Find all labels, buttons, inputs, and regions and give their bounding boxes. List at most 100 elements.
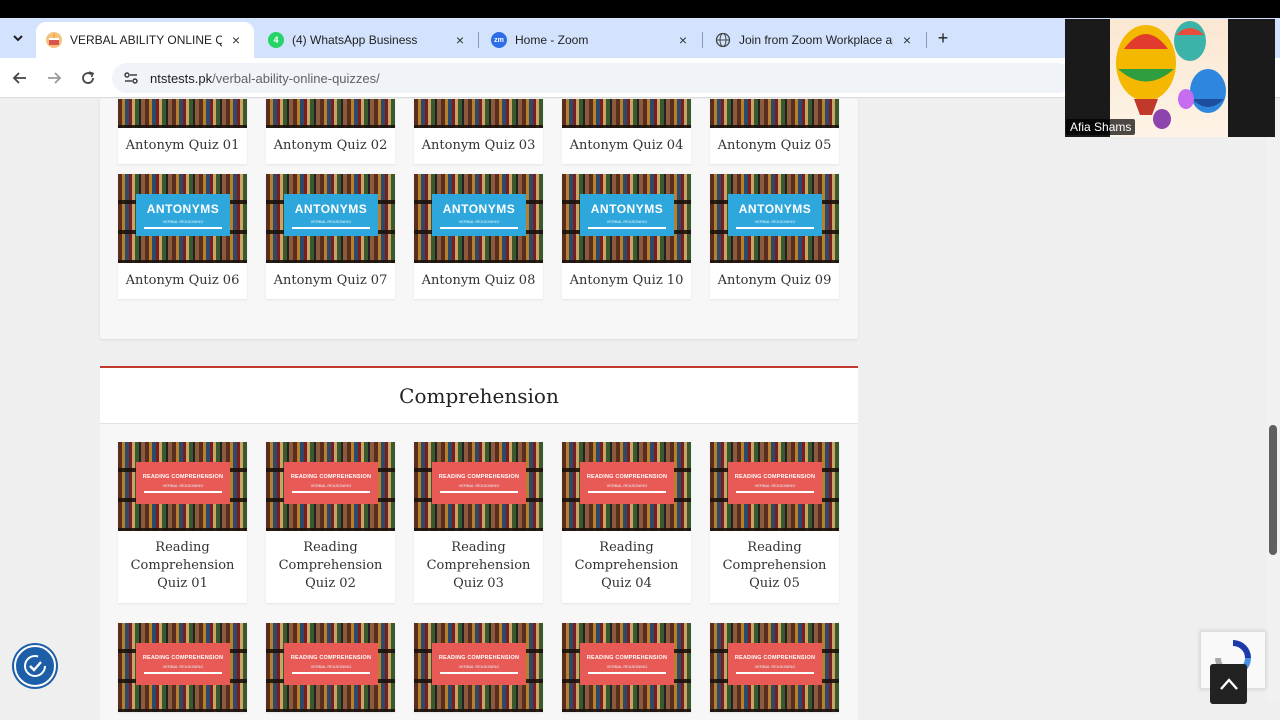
- antonyms-section: Antonym Quiz 01 Antonym Quiz 02 Antonym …: [100, 99, 858, 339]
- quiz-title[interactable]: Antonym Quiz 07: [266, 263, 395, 299]
- page-scrollbar[interactable]: [1266, 100, 1280, 702]
- antonyms-banner: ANTONYMS VERBAL REASONING: [136, 194, 230, 236]
- quiz-title[interactable]: Antonym Quiz 09: [710, 263, 839, 299]
- quiz-thumbnail[interactable]: READING COMPREHENSION VERBAL REASONING: [414, 442, 543, 531]
- quiz-thumbnail[interactable]: [266, 99, 395, 128]
- quiz-card[interactable]: READING COMPREHENSION VERBAL REASONING Re…: [414, 442, 543, 603]
- quiz-thumbnail[interactable]: READING COMPREHENSION VERBAL REASONING: [118, 623, 247, 712]
- url-host: ntstests.pk: [150, 70, 213, 86]
- tab-whatsapp-business[interactable]: 4 (4) WhatsApp Business ×: [258, 22, 478, 58]
- tab-title: Join from Zoom Workplace app: [739, 33, 893, 47]
- whatsapp-business-icon: 4: [268, 32, 284, 48]
- reading-comprehension-banner: READING COMPREHENSION VERBAL REASONING: [284, 462, 378, 504]
- accessibility-widget-button[interactable]: [14, 645, 56, 687]
- quiz-thumbnail[interactable]: READING COMPREHENSION VERBAL REASONING: [266, 623, 395, 712]
- site-info-tune-icon[interactable]: [122, 69, 140, 87]
- forward-arrow-icon[interactable]: [42, 66, 66, 90]
- tab-separator: [478, 32, 479, 48]
- quiz-card[interactable]: Antonym Quiz 03: [414, 99, 543, 164]
- quiz-thumbnail[interactable]: READING COMPREHENSION VERBAL REASONING: [266, 442, 395, 531]
- quiz-title[interactable]: Reading Comprehension Quiz 03: [414, 531, 543, 603]
- quiz-card[interactable]: Antonym Quiz 04: [562, 99, 691, 164]
- quiz-card[interactable]: ANTONYMS VERBAL REASONING Antonym Quiz 07: [266, 174, 395, 299]
- quiz-thumbnail[interactable]: READING COMPREHENSION VERBAL REASONING: [562, 442, 691, 531]
- cake-favicon-icon: [46, 32, 62, 48]
- quiz-title[interactable]: Reading Comprehension Quiz 02: [266, 531, 395, 603]
- quiz-card[interactable]: ANTONYMS VERBAL REASONING Antonym Quiz 06: [118, 174, 247, 299]
- antonyms-banner: ANTONYMS VERBAL REASONING: [728, 194, 822, 236]
- quiz-title[interactable]: Reading Comprehension Quiz 01: [118, 531, 247, 603]
- quiz-card[interactable]: READING COMPREHENSION VERBAL REASONING Re…: [118, 442, 247, 603]
- quiz-card[interactable]: Antonym Quiz 01: [118, 99, 247, 164]
- quiz-card[interactable]: ANTONYMS VERBAL REASONING Antonym Quiz 09: [710, 174, 839, 299]
- quiz-card[interactable]: READING COMPREHENSION VERBAL REASONING: [266, 623, 395, 712]
- quiz-title[interactable]: Antonym Quiz 03: [414, 128, 543, 164]
- quiz-thumbnail[interactable]: ANTONYMS VERBAL REASONING: [710, 174, 839, 263]
- quiz-thumbnail[interactable]: READING COMPREHENSION VERBAL REASONING: [414, 623, 543, 712]
- quiz-card[interactable]: Antonym Quiz 02: [266, 99, 395, 164]
- quiz-thumbnail[interactable]: [562, 99, 691, 128]
- accessibility-check-icon: [24, 655, 46, 677]
- quiz-card[interactable]: READING COMPREHENSION VERBAL REASONING: [414, 623, 543, 712]
- tab-verbal-ability[interactable]: VERBAL ABILITY ONLINE QUIZZ ×: [36, 22, 254, 58]
- close-tab-icon[interactable]: ×: [228, 32, 244, 48]
- participant-name: Afia Shams: [1066, 119, 1136, 135]
- quiz-title[interactable]: Antonym Quiz 06: [118, 263, 247, 299]
- page-content: Antonym Quiz 01 Antonym Quiz 02 Antonym …: [0, 99, 1280, 720]
- tab-home-zoom[interactable]: zm Home - Zoom ×: [481, 22, 701, 58]
- close-tab-icon[interactable]: ×: [675, 32, 691, 48]
- new-tab-button[interactable]: +: [932, 26, 954, 50]
- quiz-thumbnail[interactable]: ANTONYMS VERBAL REASONING: [414, 174, 543, 263]
- tab-title: Home - Zoom: [515, 33, 589, 47]
- quiz-thumbnail[interactable]: READING COMPREHENSION VERBAL REASONING: [118, 442, 247, 531]
- quiz-thumbnail[interactable]: ANTONYMS VERBAL REASONING: [266, 174, 395, 263]
- address-bar[interactable]: ntstests.pk/verbal-ability-online-quizze…: [112, 63, 1072, 93]
- tab-join-zoom-workplace[interactable]: Join from Zoom Workplace app ×: [705, 22, 925, 58]
- tab-separator: [926, 32, 927, 48]
- quiz-card[interactable]: READING COMPREHENSION VERBAL REASONING Re…: [710, 442, 839, 603]
- quiz-card[interactable]: READING COMPREHENSION VERBAL REASONING: [118, 623, 247, 712]
- quiz-thumbnail[interactable]: [118, 99, 247, 128]
- quiz-thumbnail[interactable]: ANTONYMS VERBAL REASONING: [118, 174, 247, 263]
- tab-search-chevron-icon[interactable]: [6, 26, 30, 50]
- reading-comprehension-banner: READING COMPREHENSION VERBAL REASONING: [284, 643, 378, 685]
- quiz-thumbnail[interactable]: READING COMPREHENSION VERBAL REASONING: [710, 623, 839, 712]
- quiz-thumbnail[interactable]: READING COMPREHENSION VERBAL REASONING: [562, 623, 691, 712]
- tab-separator: [702, 32, 703, 48]
- url-path: /verbal-ability-online-quizzes/: [212, 70, 380, 86]
- zoom-icon: zm: [491, 32, 507, 48]
- quiz-card[interactable]: Antonym Quiz 05: [710, 99, 839, 164]
- back-arrow-icon[interactable]: [8, 66, 32, 90]
- quiz-title[interactable]: Antonym Quiz 05: [710, 128, 839, 164]
- quiz-title[interactable]: Antonym Quiz 08: [414, 263, 543, 299]
- close-tab-icon[interactable]: ×: [452, 32, 468, 48]
- quiz-title[interactable]: Reading Comprehension Quiz 05: [710, 531, 839, 603]
- scrollbar-thumb[interactable]: [1269, 425, 1277, 555]
- quiz-title[interactable]: Antonym Quiz 02: [266, 128, 395, 164]
- reading-comprehension-banner: READING COMPREHENSION VERBAL REASONING: [432, 462, 526, 504]
- close-tab-icon[interactable]: ×: [899, 32, 915, 48]
- antonyms-banner: ANTONYMS VERBAL REASONING: [284, 194, 378, 236]
- quiz-thumbnail[interactable]: READING COMPREHENSION VERBAL REASONING: [710, 442, 839, 531]
- reading-comprehension-banner: READING COMPREHENSION VERBAL REASONING: [580, 643, 674, 685]
- quiz-title[interactable]: Reading Comprehension Quiz 04: [562, 531, 691, 603]
- quiz-title[interactable]: Antonym Quiz 04: [562, 128, 691, 164]
- reload-icon[interactable]: [76, 66, 100, 90]
- quiz-card[interactable]: READING COMPREHENSION VERBAL REASONING: [562, 623, 691, 712]
- quiz-card[interactable]: READING COMPREHENSION VERBAL REASONING Re…: [562, 442, 691, 603]
- tab-title: VERBAL ABILITY ONLINE QUIZZ: [70, 33, 222, 47]
- quiz-thumbnail[interactable]: ANTONYMS VERBAL REASONING: [562, 174, 691, 263]
- quiz-title[interactable]: Antonym Quiz 01: [118, 128, 247, 164]
- quiz-thumbnail[interactable]: [710, 99, 839, 128]
- quiz-thumbnail[interactable]: [414, 99, 543, 128]
- quiz-card[interactable]: READING COMPREHENSION VERBAL REASONING Re…: [266, 442, 395, 603]
- reading-comprehension-banner: READING COMPREHENSION VERBAL REASONING: [728, 643, 822, 685]
- zoom-video-tile[interactable]: Afia Shams: [1065, 19, 1275, 137]
- quiz-title[interactable]: Antonym Quiz 10: [562, 263, 691, 299]
- quiz-card[interactable]: ANTONYMS VERBAL REASONING Antonym Quiz 08: [414, 174, 543, 299]
- back-to-top-button[interactable]: [1210, 664, 1247, 704]
- antonyms-banner: ANTONYMS VERBAL REASONING: [580, 194, 674, 236]
- quiz-card[interactable]: READING COMPREHENSION VERBAL REASONING: [710, 623, 839, 712]
- comprehension-section: Comprehension READING COMPREHENSION VERBA…: [100, 366, 858, 720]
- quiz-card[interactable]: ANTONYMS VERBAL REASONING Antonym Quiz 10: [562, 174, 691, 299]
